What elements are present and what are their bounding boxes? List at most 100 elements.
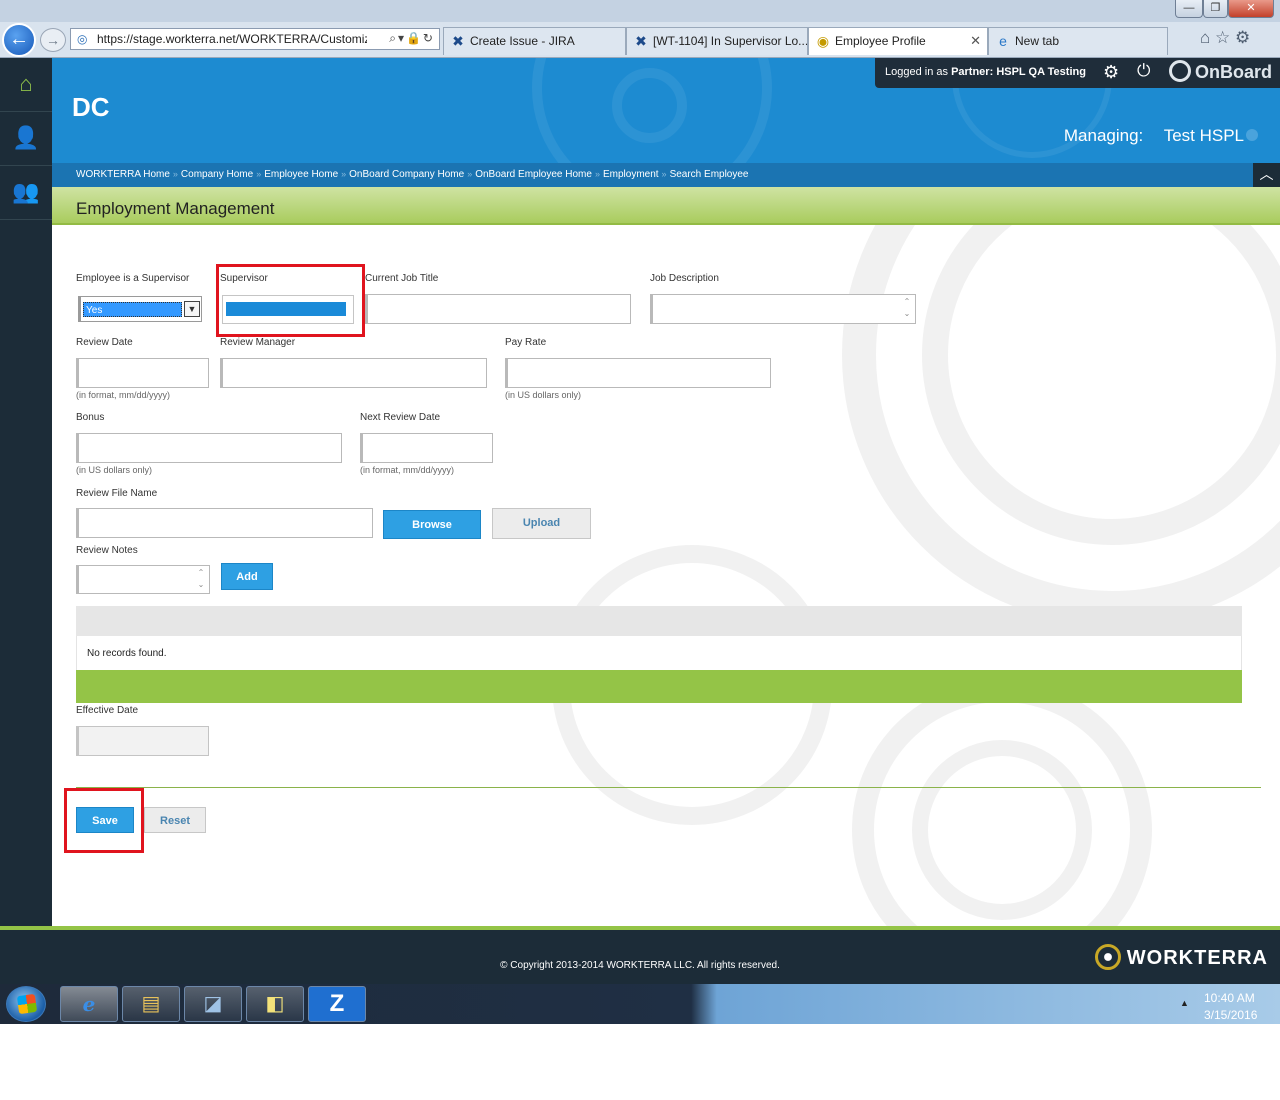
tools-gear-icon[interactable]: ⚙ <box>1235 28 1250 47</box>
upload-button[interactable]: Upload <box>492 508 591 539</box>
breadcrumb-onboard-employee-home[interactable]: OnBoard Employee Home <box>475 169 592 180</box>
logout-power-icon[interactable]: ⏻ <box>1137 61 1150 81</box>
start-button[interactable] <box>6 986 46 1022</box>
user-bar: Logged in as Partner: HSPL QA Testing ⚙ … <box>875 58 1280 88</box>
close-icon[interactable]: ✕ <box>970 33 981 49</box>
sticky-notes-taskbar-icon[interactable]: ◧ <box>246 986 304 1022</box>
next-review-input[interactable] <box>360 433 493 463</box>
z-app-taskbar-icon[interactable]: Z <box>308 986 366 1022</box>
ie-icon: e <box>999 33 1007 49</box>
nav-person-icon[interactable]: 👤 <box>0 112 52 166</box>
minimize-button[interactable]: — <box>1175 0 1203 18</box>
bonus-hint: (in US dollars only) <box>76 465 153 475</box>
review-date-hint: (in format, mm/dd/yyyy) <box>76 390 171 400</box>
job-description-textarea[interactable]: ⌃ ⌄ <box>650 294 916 324</box>
back-arrow-icon[interactable]: ← <box>2 23 36 57</box>
breadcrumb-employment[interactable]: Employment <box>603 169 659 180</box>
effective-date-input[interactable] <box>76 726 209 756</box>
breadcrumb-onboard-company-home[interactable]: OnBoard Company Home <box>349 169 464 180</box>
notes-grid-header <box>76 606 1242 636</box>
job-title-label: Current Job Title <box>365 273 439 284</box>
home-icon[interactable]: ⌂ <box>1200 28 1210 47</box>
tab-new-tab[interactable]: e New tab <box>988 27 1168 55</box>
favorites-star-icon[interactable]: ☆ <box>1215 28 1230 47</box>
address-actions-icon[interactable]: ⌕▾🔒↻ <box>389 31 435 46</box>
partner-name: HSPL QA Testing <box>996 66 1086 78</box>
explorer-taskbar-icon[interactable]: ▤ <box>122 986 180 1022</box>
page-footer: © Copyright 2013-2014 WORKTERRA LLC. All… <box>0 926 1280 984</box>
workterra-logo-text: WORKTERRA <box>1126 947 1268 969</box>
breadcrumb-separator-icon: » <box>467 169 473 179</box>
scroll-arrows-icon[interactable]: ⌃ ⌄ <box>901 296 913 320</box>
managing-info: Managing: Test HSPL <box>1064 126 1244 146</box>
effective-date-label: Effective Date <box>76 705 139 716</box>
site-icon: ◉ <box>816 33 830 49</box>
form-divider <box>76 787 1261 788</box>
tab-label: New tab <box>1015 34 1060 48</box>
reset-button[interactable]: Reset <box>144 807 206 833</box>
logged-in-prefix: Logged in as <box>885 66 948 78</box>
is-supervisor-value: Yes <box>83 302 182 317</box>
nav-people-icon[interactable]: 👥 <box>0 166 52 220</box>
managing-label: Managing: <box>1063 126 1144 145</box>
tab-create-issue[interactable]: ✖ Create Issue - JIRA <box>443 27 626 55</box>
pay-rate-label: Pay Rate <box>505 337 547 348</box>
header-watermark <box>612 68 687 143</box>
breadcrumb-workterra-home[interactable]: WORKTERRA Home <box>76 169 170 180</box>
scroll-arrows-icon[interactable]: ⌃ ⌄ <box>195 567 207 591</box>
managing-value: Test HSPL <box>1163 126 1244 145</box>
is-supervisor-select[interactable]: Yes ▼ <box>78 296 202 322</box>
tray-expand-icon[interactable]: ▲ <box>1180 998 1189 1008</box>
info-icon[interactable] <box>1246 129 1258 141</box>
tab-label: [WT-1104] In Supervisor Lo... <box>653 34 808 48</box>
pay-rate-input[interactable] <box>505 358 771 388</box>
browse-button[interactable]: Browse <box>383 510 481 539</box>
is-supervisor-label: Employee is a Supervisor <box>76 273 190 284</box>
breadcrumb-separator-icon: » <box>594 169 600 179</box>
section-header: Employment Management <box>52 187 1280 225</box>
employment-form: Employee is a Supervisor Yes ▼ Superviso… <box>52 225 1280 926</box>
review-manager-label: Review Manager <box>220 337 296 348</box>
notes-grid-footer <box>76 670 1242 703</box>
breadcrumb-employee-home[interactable]: Employee Home <box>264 169 338 180</box>
clock-time[interactable]: 10:40 AM <box>1204 991 1255 1005</box>
breadcrumb-separator-icon: » <box>341 169 347 179</box>
notes-taskbar-icon[interactable]: ◪ <box>184 986 242 1022</box>
review-date-input[interactable] <box>76 358 209 388</box>
copyright-text: © Copyright 2013-2014 WORKTERRA LLC. All… <box>500 960 780 971</box>
pay-rate-hint: (in US dollars only) <box>505 390 582 400</box>
windows-logo-icon <box>16 993 38 1015</box>
onboard-logo: OnBoard <box>1169 60 1272 86</box>
maximize-button[interactable]: ❐ <box>1203 0 1228 18</box>
add-button[interactable]: Add <box>221 563 273 590</box>
collapse-chevron-up-icon[interactable]: ︿ <box>1253 163 1280 187</box>
review-notes-textarea[interactable]: ⌃ ⌄ <box>76 565 210 594</box>
clock-date[interactable]: 3/15/2016 <box>1204 1008 1257 1022</box>
jira-icon: ✖ <box>452 33 464 49</box>
windows-taskbar: e ▤ ◪ ◧ Z ▲ 10:40 AM 3/15/2016 <box>0 984 1280 1024</box>
chevron-down-icon[interactable]: ▼ <box>184 301 200 317</box>
page-title: Employment Management <box>76 199 275 218</box>
review-file-input[interactable] <box>76 508 373 538</box>
window-close-button[interactable]: ✕ <box>1228 0 1274 18</box>
review-manager-input[interactable] <box>220 358 487 388</box>
address-bar[interactable]: ◎ https://stage.workterra.net/WORKTERRA/… <box>70 28 440 50</box>
nav-home-icon[interactable]: ⌂ <box>0 58 52 112</box>
bonus-input[interactable] <box>76 433 342 463</box>
tab-employee-profile[interactable]: ◉ Employee Profile ✕ <box>808 27 988 55</box>
settings-gear-icon[interactable]: ⚙ <box>1103 62 1119 83</box>
annotation-box-supervisor <box>216 264 365 337</box>
breadcrumb-search-employee[interactable]: Search Employee <box>670 169 749 180</box>
breadcrumb-separator-icon: » <box>661 169 667 179</box>
tab-wt-1104[interactable]: ✖ [WT-1104] In Supervisor Lo... <box>626 27 808 55</box>
workterra-logo-icon <box>1094 944 1121 970</box>
breadcrumb-links: WORKTERRA Home» Company Home» Employee Hom… <box>76 169 749 180</box>
partner-label: Partner: <box>951 66 994 78</box>
workterra-logo: WORKTERRA <box>1094 944 1268 970</box>
onboard-logo-text: OnBoard <box>1195 62 1273 82</box>
forward-arrow-icon[interactable]: → <box>40 28 66 52</box>
job-title-input[interactable] <box>365 294 631 324</box>
ie-taskbar-icon[interactable]: e <box>60 986 118 1022</box>
jira-icon: ✖ <box>635 33 647 49</box>
breadcrumb-company-home[interactable]: Company Home <box>181 169 253 180</box>
